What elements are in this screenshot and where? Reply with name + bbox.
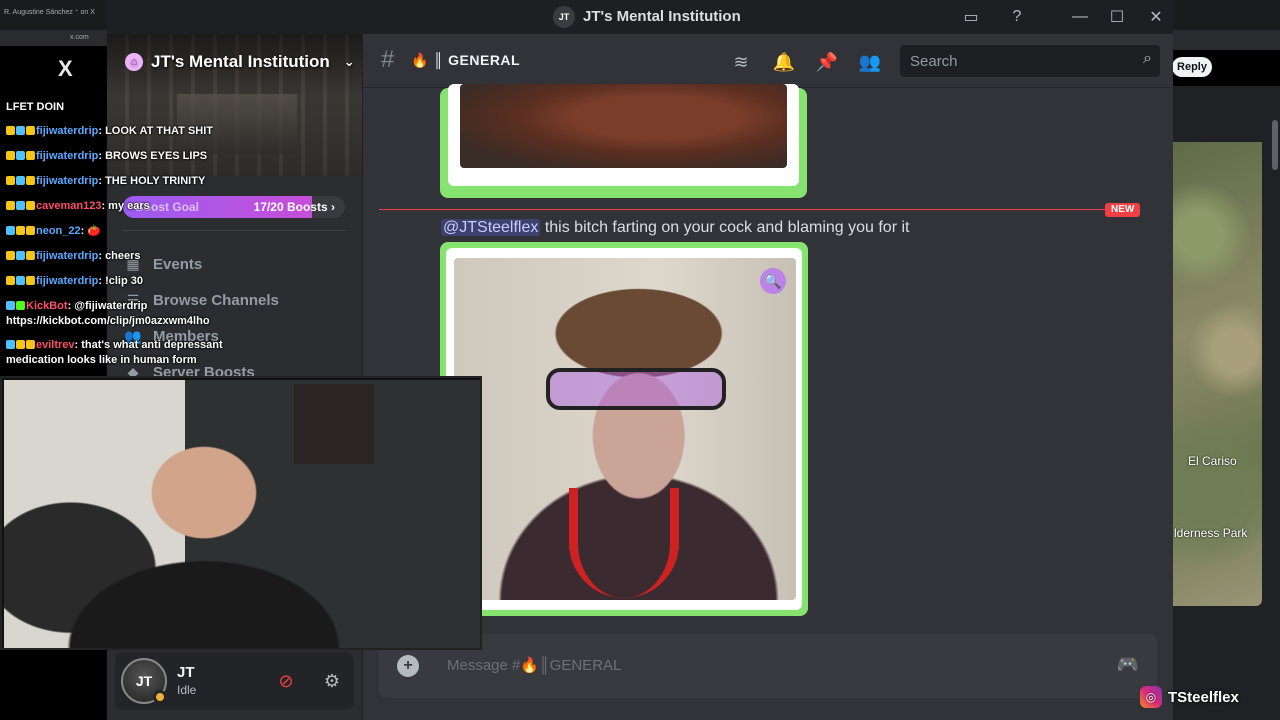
stream-chat-message: eviltrev: that's what anti depressant me… xyxy=(6,339,223,366)
camera-off-icon[interactable]: ⊘ xyxy=(273,668,299,694)
instagram-icon: ◎ xyxy=(1140,686,1162,708)
username[interactable]: JT xyxy=(177,664,195,681)
threads-icon[interactable]: ≋ xyxy=(729,50,753,74)
stream-chat-message: fijiwaterdrip: LOOK AT THAT SHIT xyxy=(6,124,213,139)
user-mention[interactable]: @JTSteelflex xyxy=(441,219,541,236)
attached-photo: 🔍 xyxy=(454,258,796,600)
wall-art xyxy=(294,384,374,464)
boost-count: 17/20 Boosts › xyxy=(253,200,335,214)
stream-chat-message: fijiwaterdrip: BROWS EYES LIPS xyxy=(6,149,207,164)
browser-tab-bar: R. Augustine Sánchez ⁺ on X xyxy=(0,0,108,30)
server-name: JT's Mental Institution xyxy=(151,52,330,71)
window-title: JT's Mental Institution xyxy=(583,8,741,25)
browser-toolbar xyxy=(1172,30,1280,50)
settings-gear-icon[interactable]: ⚙ xyxy=(319,668,345,694)
channel-header: # 🔥 ║ GENERAL ≋ 🔔 📌 👥 Search ⌕ xyxy=(363,34,1173,88)
user-status: Idle xyxy=(177,683,197,697)
stream-chat-overlay: LFET DOIN fijiwaterdrip: LOOK AT THAT SH… xyxy=(4,96,254,376)
help-icon[interactable]: ? xyxy=(1007,7,1027,27)
reply-button[interactable]: Reply xyxy=(1172,57,1212,77)
background-browser-map: Reply El Cariso lderness Park xyxy=(1172,0,1280,720)
attached-photo xyxy=(460,84,787,168)
webcam-overlay xyxy=(0,376,482,650)
channel-name: 🔥 ║ GENERAL xyxy=(411,52,521,68)
browser-url-bar[interactable]: x.com xyxy=(0,30,108,46)
server-icon: JT xyxy=(553,6,575,28)
server-name-header[interactable]: ⌂ JT's Mental Institution ⌄ xyxy=(125,52,355,72)
hashtag-icon: # xyxy=(381,46,395,73)
browser-tab[interactable]: R. Augustine Sánchez ⁺ on X xyxy=(4,8,104,26)
user-panel: JT JT Idle ⊘ ⚙ xyxy=(115,652,354,710)
stream-chat-header: LFET DOIN xyxy=(6,101,65,113)
pin-icon[interactable]: 📌 xyxy=(815,50,839,74)
satellite-map[interactable]: El Cariso lderness Park xyxy=(1172,142,1262,606)
home-icon: ⌂ xyxy=(125,53,143,71)
stream-chat-message: fijiwaterdrip: THE HOLY TRINITY xyxy=(6,174,205,189)
add-attachment-icon[interactable]: + xyxy=(397,655,419,677)
stream-chat-message: fijiwaterdrip: !clip 30 xyxy=(6,274,143,289)
minimize-icon[interactable]: — xyxy=(1070,7,1090,27)
new-messages-divider xyxy=(379,209,1137,210)
search-icon: ⌕ xyxy=(1143,50,1152,67)
chat-area: # 🔥 ║ GENERAL ≋ 🔔 📌 👥 Search ⌕ NEW @JTSt… xyxy=(363,34,1173,720)
message-content: @JTSteelflex this bitch farting on your … xyxy=(441,219,910,236)
photo-detail xyxy=(569,488,679,598)
image-attachment[interactable] xyxy=(440,84,807,198)
bell-icon[interactable]: 🔔 xyxy=(772,50,796,74)
search-input[interactable]: Search ⌕ xyxy=(900,45,1160,77)
map-label: lderness Park xyxy=(1174,526,1248,540)
composer-placeholder: Message #🔥║GENERAL xyxy=(447,657,622,674)
maximize-icon[interactable]: ☐ xyxy=(1107,7,1127,27)
map-label: El Cariso xyxy=(1188,454,1237,468)
stream-chat-message: fijiwaterdrip: cheers xyxy=(6,249,141,264)
new-messages-badge: NEW xyxy=(1105,203,1141,217)
webcam-feed xyxy=(4,380,480,648)
message-composer[interactable]: + Message #🔥║GENERAL 🎮 xyxy=(379,634,1157,698)
stream-chat-message: neon_22: 🍅 xyxy=(6,224,101,239)
instagram-handle: ◎ TSteelflex xyxy=(1140,684,1239,710)
search-placeholder: Search xyxy=(910,53,958,70)
stream-chat-message: caveman123: my ears xyxy=(6,199,150,214)
close-icon[interactable]: ✕ xyxy=(1146,7,1166,27)
chevron-down-icon: ⌄ xyxy=(343,54,355,69)
gamepad-icon[interactable]: 🎮 xyxy=(1117,654,1139,675)
stream-chat-message: KickBot: @fijiwaterdrip https://kickbot.… xyxy=(6,300,210,327)
browser-tab-bar xyxy=(1172,0,1280,30)
image-attachment[interactable]: 🔍 xyxy=(440,242,808,616)
zoom-icon[interactable]: 🔍 xyxy=(760,268,786,294)
x-logo-icon[interactable]: X xyxy=(58,56,73,82)
idle-status-icon xyxy=(153,690,167,704)
scrollbar[interactable] xyxy=(1272,120,1278,170)
photo-detail xyxy=(546,368,726,410)
window-titlebar: JT JT's Mental Institution ▭ ? — ☐ ✕ xyxy=(107,0,1173,34)
member-list-icon[interactable]: 👥 xyxy=(858,50,882,74)
instagram-username: TSteelflex xyxy=(1168,688,1239,706)
inbox-icon[interactable]: ▭ xyxy=(961,7,981,27)
